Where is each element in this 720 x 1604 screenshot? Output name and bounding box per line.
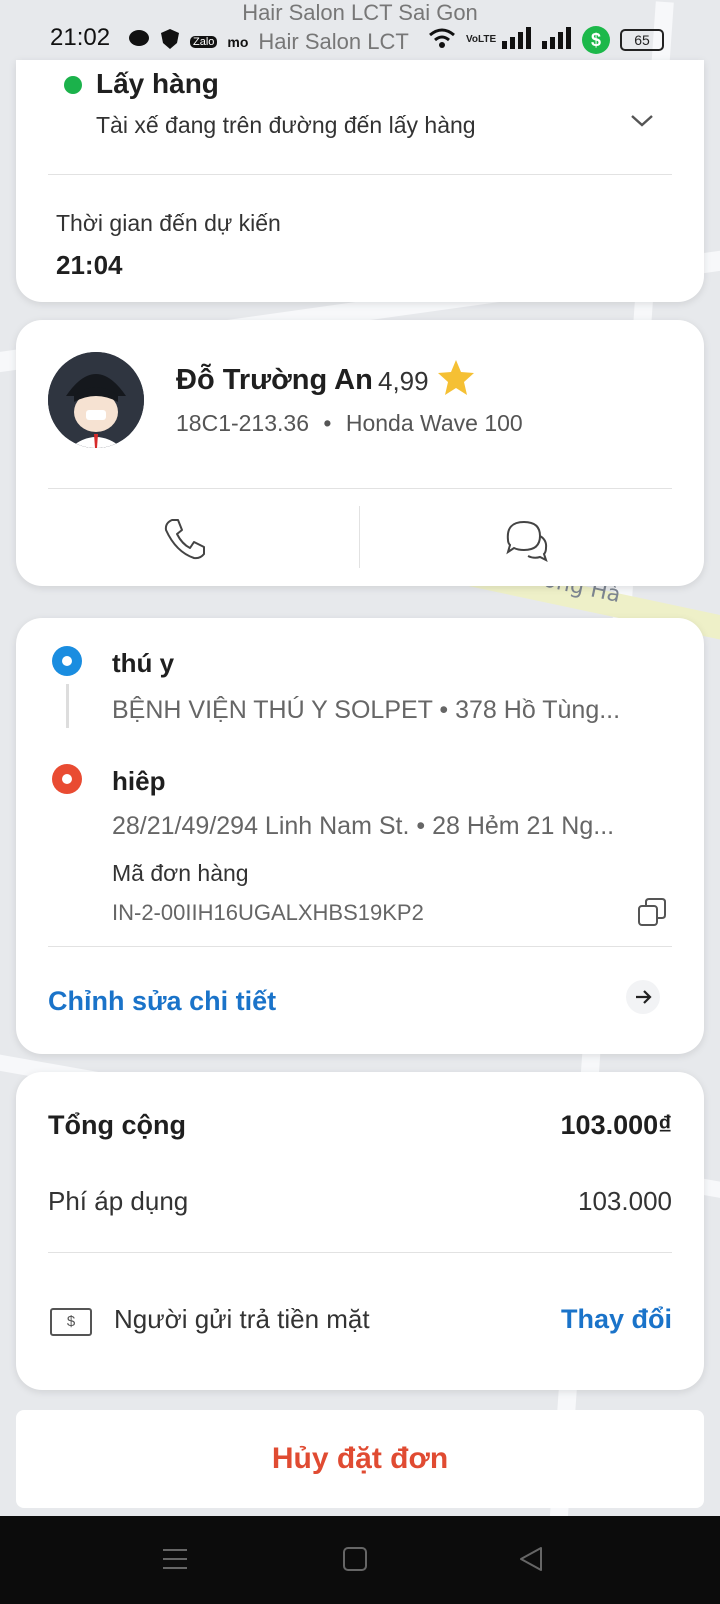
system-icons: VoLTE $ 65 bbox=[428, 26, 664, 54]
divider bbox=[48, 174, 672, 175]
pickup-address: BỆNH VIỆN THÚ Y SOLPET • 378 Hồ Tùng... bbox=[112, 696, 621, 724]
eta-label: Thời gian đến dự kiến bbox=[56, 210, 281, 236]
copy-icon[interactable] bbox=[636, 896, 668, 928]
total-value: 103.000₫ bbox=[560, 1110, 672, 1140]
arrow-right-icon[interactable] bbox=[626, 980, 660, 1014]
trip-status-card[interactable]: Lấy hàng Tài xế đang trên đường đến lấy … bbox=[16, 60, 704, 302]
battery-icon: 65 bbox=[620, 29, 664, 51]
notification-icons: Zalo mo Hair Salon LCT bbox=[128, 28, 409, 55]
pickup-name: thú y bbox=[112, 648, 175, 678]
driver-avatar bbox=[48, 352, 144, 448]
cancel-order-button[interactable]: Hủy đặt đơn bbox=[16, 1410, 704, 1508]
payment-method: Người gửi trả tiền mặt bbox=[114, 1304, 370, 1334]
trip-status-title: Lấy hàng bbox=[96, 68, 219, 99]
home-icon[interactable] bbox=[342, 1546, 368, 1572]
signal-icon bbox=[502, 26, 532, 54]
vehicle-model: Honda Wave 100 bbox=[345, 410, 523, 436]
zalo-icon: Zalo bbox=[190, 35, 218, 48]
menu-icon[interactable] bbox=[162, 1546, 188, 1572]
payment-card: Tổng cộng 103.000₫ Phí áp dụng 103.000 $… bbox=[16, 1072, 704, 1390]
shield-notif-icon bbox=[160, 28, 180, 55]
driver-name: Đỗ Trường An bbox=[176, 364, 373, 396]
eta-time: 21:04 bbox=[56, 250, 123, 280]
dropoff-name: hiêp bbox=[112, 766, 166, 796]
momo-icon: mo bbox=[227, 33, 249, 50]
license-plate: 18C1-213.36 bbox=[176, 410, 309, 436]
route-line bbox=[66, 684, 69, 728]
pickup-pin-icon bbox=[52, 646, 82, 676]
phone-icon[interactable] bbox=[160, 514, 208, 562]
vehicle-info: 18C1-213.36 • Honda Wave 100 bbox=[176, 410, 523, 437]
system-nav-bar bbox=[0, 1516, 720, 1604]
status-dot bbox=[64, 76, 82, 94]
messenger-icon bbox=[128, 29, 150, 54]
star-icon bbox=[438, 360, 474, 395]
chat-icon[interactable] bbox=[500, 514, 550, 564]
back-icon[interactable] bbox=[518, 1546, 544, 1572]
driver-rating: 4,99 bbox=[378, 366, 429, 396]
dropoff-address: 28/21/49/294 Linh Nam St. • 28 Hẻm 21 Ng… bbox=[112, 812, 615, 840]
signal-icon bbox=[542, 26, 572, 54]
divider bbox=[48, 1252, 672, 1253]
volte-icon: VoLTE bbox=[466, 34, 497, 45]
order-code-label: Mã đơn hàng bbox=[112, 860, 249, 886]
wifi-icon bbox=[428, 27, 456, 54]
driver-card: Đỗ Trường An 4,99 18C1-213.36 • Honda Wa… bbox=[16, 320, 704, 586]
order-code: IN-2-00IIH16UGALXHBS19KP2 bbox=[112, 900, 424, 925]
status-bar: Hair Salon LCT Sai Gon 21:02 Zalo mo Hai… bbox=[0, 0, 720, 62]
fee-value: 103.000 bbox=[578, 1186, 672, 1216]
chevron-down-icon[interactable] bbox=[628, 106, 656, 134]
route-card: thú y BỆNH VIỆN THÚ Y SOLPET • 378 Hồ Tù… bbox=[16, 618, 704, 1054]
edit-details-link[interactable]: Chỉnh sửa chi tiết bbox=[48, 986, 276, 1017]
divider bbox=[48, 946, 672, 947]
change-payment-button[interactable]: Thay đổi bbox=[561, 1304, 672, 1335]
trip-status-subtitle: Tài xế đang trên đường đến lấy hàng bbox=[96, 112, 476, 138]
cash-icon: $ bbox=[50, 1308, 92, 1336]
divider bbox=[359, 506, 360, 568]
total-row: Tổng cộng 103.000₫ bbox=[48, 1110, 672, 1141]
dropoff-pin-icon bbox=[52, 764, 82, 794]
clock: 21:02 bbox=[50, 24, 111, 51]
separator-dot: • bbox=[323, 410, 332, 436]
fee-label: Phí áp dụng bbox=[48, 1186, 189, 1216]
total-label: Tổng cộng bbox=[48, 1110, 186, 1140]
fee-row: Phí áp dụng 103.000 bbox=[48, 1186, 672, 1217]
map-place-label: Hair Salon LCT Sai Gon bbox=[242, 0, 478, 25]
divider bbox=[48, 488, 672, 489]
security-shield-icon: $ bbox=[582, 26, 610, 54]
map-place-bar-label: Hair Salon LCT bbox=[258, 28, 409, 54]
